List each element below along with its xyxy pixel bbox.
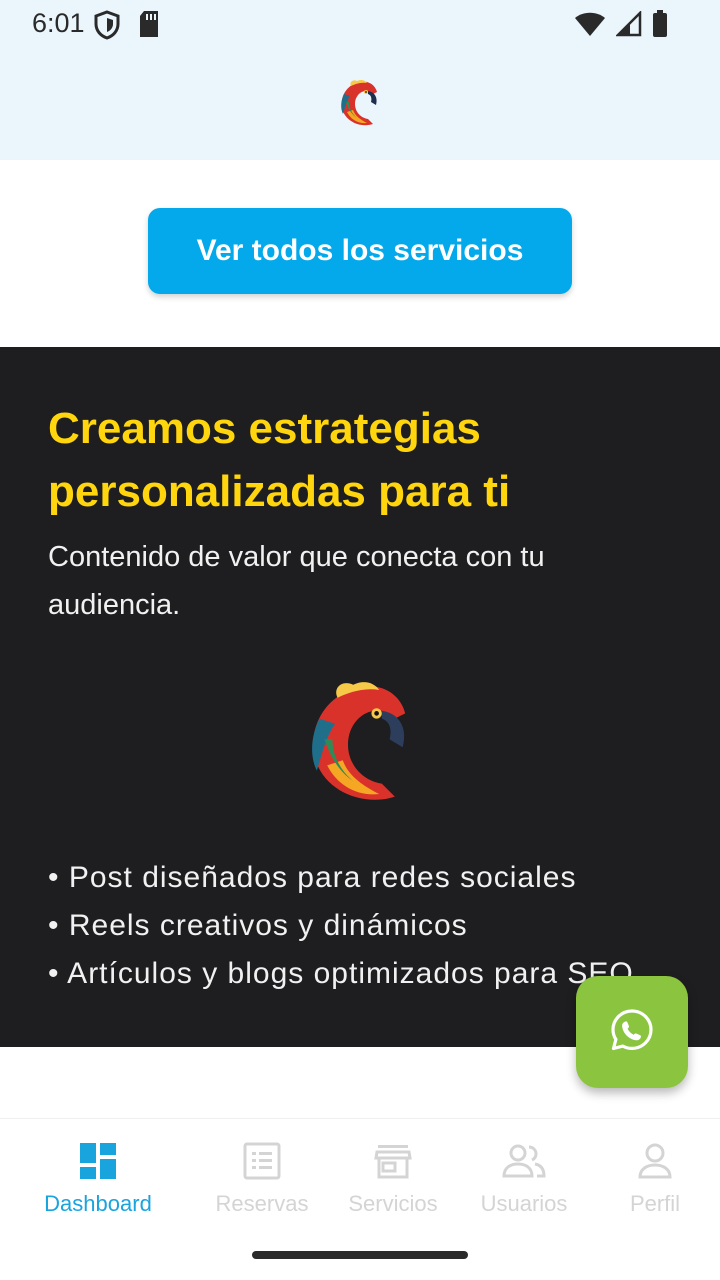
nav-item-usuarios[interactable]: Usuarios (454, 1139, 594, 1219)
list-item: • Post diseñados para redes sociales (48, 861, 577, 894)
nav-item-servicios[interactable]: Servicios (323, 1139, 463, 1219)
person-icon (636, 1139, 674, 1183)
nav-item-dashboard[interactable]: Dashboard (28, 1139, 168, 1219)
nav-item-perfil[interactable]: Perfil (585, 1139, 720, 1219)
nav-label-reservas: Reservas (215, 1191, 309, 1216)
promo-title: Creamos estrategias personalizadas para … (48, 404, 511, 516)
list-icon (243, 1139, 281, 1183)
nav-label-servicios: Servicios (348, 1191, 438, 1216)
home-indicator[interactable] (252, 1251, 468, 1259)
shield-icon (94, 10, 120, 45)
services-section: Ver todos los servicios (0, 160, 720, 347)
list-item: • Reels creativos y dinámicos (48, 909, 468, 942)
nav-label-perfil: Perfil (629, 1191, 681, 1216)
promo-subtitle: Contenido de valor que conecta con tu au… (48, 541, 545, 621)
sd-card-icon (138, 10, 160, 45)
nav-label-usuarios: Usuarios (480, 1191, 568, 1216)
view-all-services-button[interactable]: Ver todos los servicios (148, 208, 572, 294)
battery-icon (652, 10, 668, 43)
promo-section: Creamos estrategias personalizadas para … (0, 347, 720, 1047)
whatsapp-button[interactable] (576, 976, 688, 1088)
app-header (0, 50, 720, 160)
users-icon (501, 1139, 547, 1183)
nav-label-dashboard: Dashboard (44, 1191, 152, 1216)
dashboard-icon (79, 1139, 117, 1183)
wifi-icon (574, 11, 606, 42)
whatsapp-icon (609, 1007, 655, 1058)
status-time: 6:01 (32, 8, 85, 38)
parrot-logo (337, 78, 383, 133)
status-bar: 6:01 (0, 0, 720, 50)
store-icon (374, 1139, 412, 1183)
signal-icon (614, 9, 642, 42)
parrot-logo-large (300, 677, 422, 807)
nav-item-reservas[interactable]: Reservas (192, 1139, 332, 1219)
